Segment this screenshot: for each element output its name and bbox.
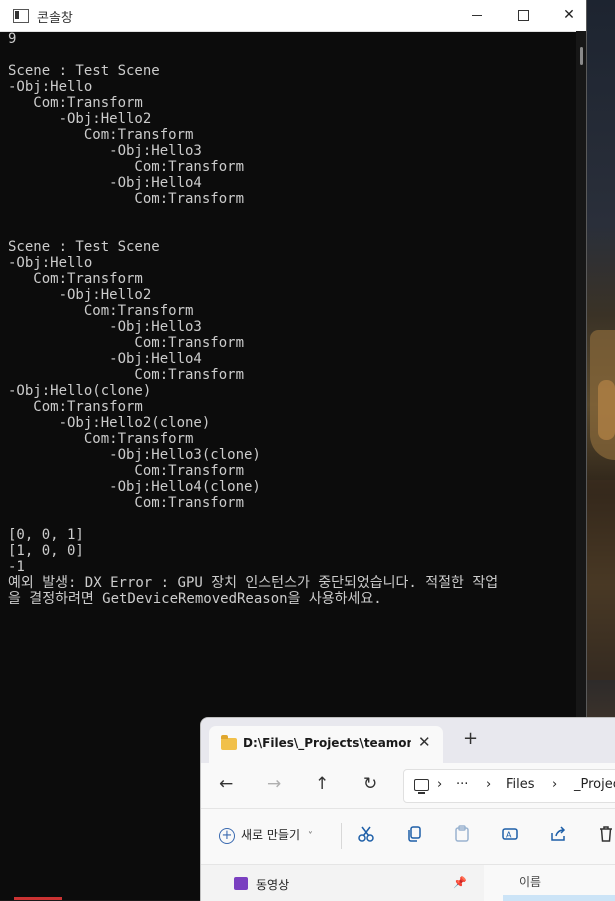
close-icon: ✕ (563, 7, 575, 23)
forward-arrow-icon[interactable]: → (267, 774, 281, 794)
explorer-command-bar: + 새로 만들기 ˅ A (201, 809, 615, 865)
breadcrumb-item-files[interactable]: Files (506, 777, 535, 792)
share-icon[interactable] (549, 825, 567, 843)
svg-text:A: A (506, 831, 512, 840)
explorer-tab[interactable]: D:\Files\_Projects\teamone ✕ (209, 726, 443, 763)
close-button[interactable]: ✕ (546, 0, 592, 31)
scrollbar-thumb[interactable] (580, 47, 583, 65)
videos-folder-icon (234, 877, 248, 890)
nav-item-videos[interactable]: 동영상 (256, 876, 289, 893)
column-header-name[interactable]: 이름 (519, 873, 541, 890)
delete-icon[interactable] (597, 825, 615, 843)
explorer-navbar: ← → ↑ ↻ › ··· › Files › _Projec (201, 763, 615, 809)
explorer-content: 동영상 📌 이름 (201, 865, 615, 901)
minimize-button[interactable] (454, 0, 500, 31)
maximize-button[interactable] (500, 0, 546, 31)
toolbar-divider (341, 823, 342, 849)
breadcrumb-item-projects[interactable]: _Projec (574, 777, 615, 792)
cut-icon[interactable] (357, 825, 375, 843)
new-button[interactable]: + 새로 만들기 ˅ (219, 826, 313, 844)
plus-circle-icon: + (219, 827, 235, 844)
copy-icon[interactable] (405, 825, 423, 843)
tab-title: D:\Files\_Projects\teamone (243, 736, 411, 750)
file-row[interactable] (503, 895, 615, 901)
new-tab-button[interactable]: + (463, 730, 478, 748)
back-arrow-icon[interactable]: ← (219, 774, 233, 794)
this-pc-icon (414, 779, 429, 794)
console-app-icon (13, 9, 29, 23)
console-output-text: 9 Scene : Test Scene -Obj:Hello Com:Tran… (8, 31, 499, 607)
breadcrumb-separator: › (437, 777, 443, 792)
chevron-down-icon: ˅ (307, 831, 313, 842)
breadcrumb-separator: › (552, 777, 558, 792)
console-titlebar[interactable]: 콘솔창 ✕ (0, 0, 586, 32)
file-explorer-window: D:\Files\_Projects\teamone ✕ + ← → ↑ ↻ ›… (200, 717, 615, 901)
minimize-icon (472, 14, 482, 16)
explorer-tabstrip: D:\Files\_Projects\teamone ✕ + (201, 718, 615, 763)
address-bar[interactable]: › ··· › Files › _Projec (403, 769, 615, 803)
maximize-icon (517, 9, 529, 21)
window-title: 콘솔창 (37, 11, 73, 26)
paste-icon[interactable] (453, 825, 471, 843)
breadcrumb-separator: › (486, 777, 492, 792)
tab-close-icon[interactable]: ✕ (418, 733, 431, 751)
refresh-icon[interactable]: ↻ (363, 774, 377, 794)
pin-icon[interactable]: 📌 (453, 876, 467, 889)
rename-icon[interactable]: A (501, 825, 519, 843)
breadcrumb-overflow[interactable]: ··· (456, 777, 468, 792)
folder-icon (221, 735, 237, 750)
wallpaper-detail (598, 380, 615, 440)
up-arrow-icon[interactable]: ↑ (315, 774, 329, 794)
new-button-label: 새로 만들기 (241, 828, 301, 842)
navigation-pane: 동영상 📌 (201, 865, 484, 901)
